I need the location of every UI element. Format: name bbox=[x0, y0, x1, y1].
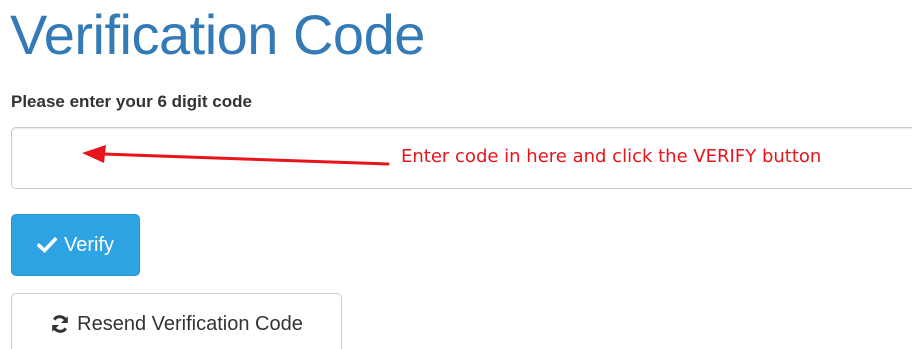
page-title: Verification Code bbox=[10, 3, 425, 66]
verification-code-input[interactable] bbox=[11, 127, 912, 189]
refresh-icon bbox=[50, 314, 70, 334]
verification-page: Verification Code Please enter your 6 di… bbox=[0, 0, 912, 349]
resend-button-label: Resend Verification Code bbox=[77, 312, 303, 335]
resend-code-button[interactable]: Resend Verification Code bbox=[11, 293, 342, 349]
code-field-label: Please enter your 6 digit code bbox=[11, 92, 252, 111]
verify-button-label: Verify bbox=[63, 233, 115, 256]
verify-button[interactable]: Verify bbox=[11, 214, 140, 276]
checkmark-icon bbox=[36, 237, 57, 253]
